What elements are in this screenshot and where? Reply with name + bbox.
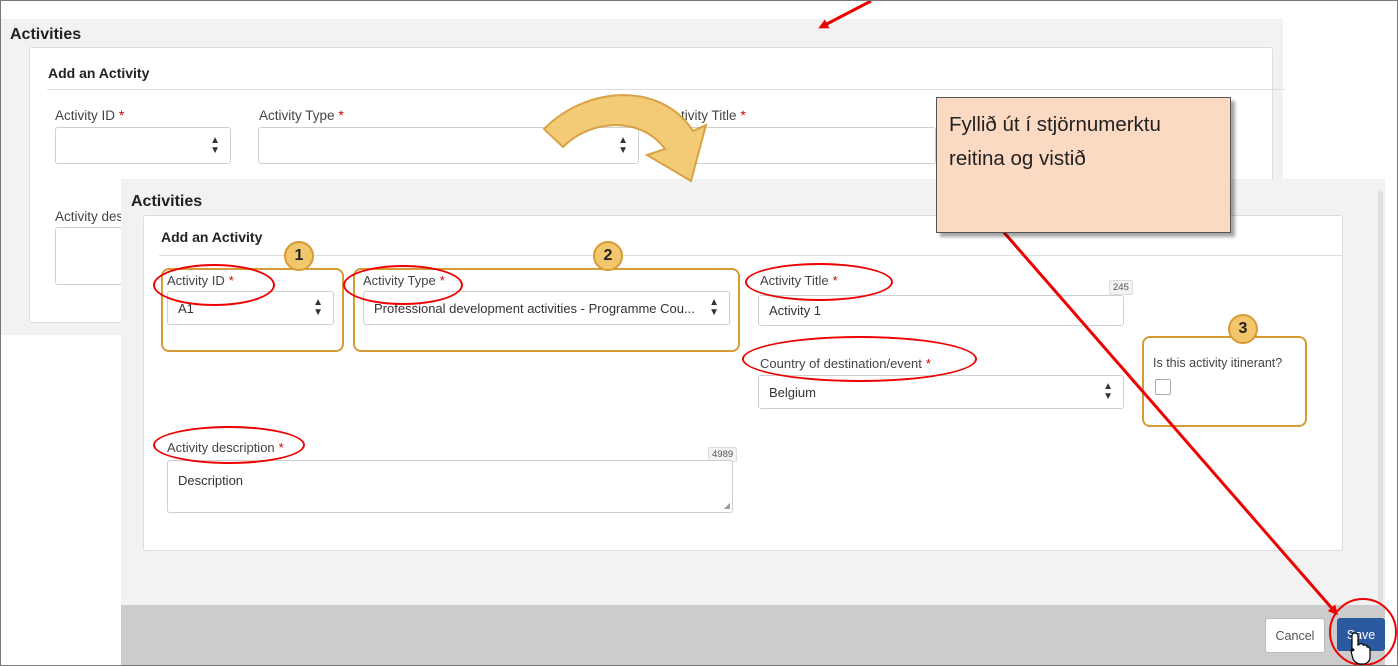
callout-red-arrow	[999, 228, 1338, 616]
curved-arrow-icon	[542, 94, 708, 183]
hand-cursor-icon	[1350, 632, 1371, 665]
screenshot-frame: Activities Add an Activity Activity ID * …	[0, 0, 1398, 666]
top-red-arrow	[818, 1, 872, 29]
instruction-callout: Fyllið út í stjörnumerktu reitina og vis…	[936, 97, 1231, 233]
